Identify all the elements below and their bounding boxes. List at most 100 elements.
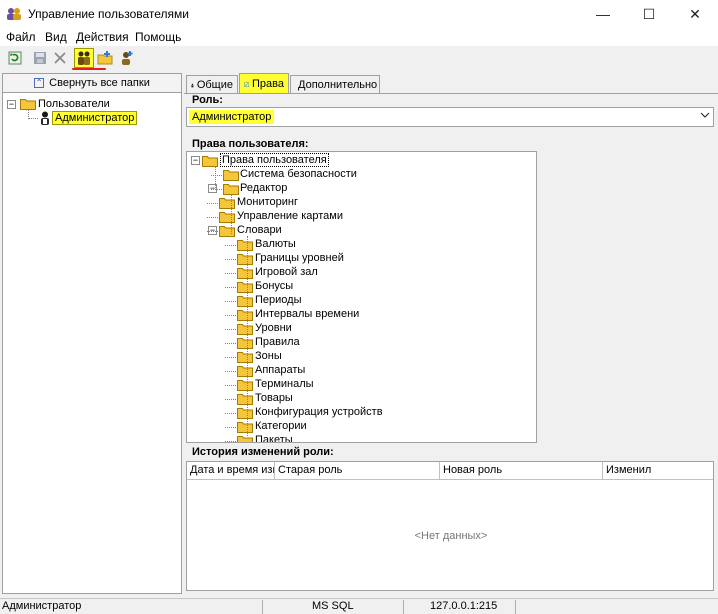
folder-icon — [237, 352, 253, 363]
col-header-old-role[interactable]: Старая роль — [275, 462, 440, 480]
rights-tree-item[interactable]: Редактор — [240, 182, 287, 194]
collapse-all-button[interactable]: ⌃ Свернуть все папки — [2, 73, 182, 93]
no-data-text: <Нет данных> — [414, 530, 488, 542]
rights-tree-item[interactable]: Интервалы времени — [255, 308, 359, 320]
folder-icon — [237, 282, 253, 293]
rights-tree-item[interactable]: Уровни — [255, 322, 292, 334]
menu-view[interactable]: Вид — [45, 30, 67, 44]
tab-general[interactable]: Общие — [186, 75, 238, 94]
rights-tree-item[interactable]: Валюты — [255, 238, 296, 250]
menu-bar: Файл Вид Действия Помощь — [0, 28, 718, 46]
tree-node-users[interactable]: Пользователи — [38, 98, 110, 110]
history-header: История изменений роли: — [186, 445, 714, 461]
folder-icon — [237, 422, 253, 433]
rights-tree-item[interactable]: Словари — [237, 224, 282, 236]
rights-tree: − Права пользователя Система безопасности −… — [186, 151, 537, 443]
rights-tree-item[interactable]: Терминалы — [255, 378, 314, 390]
add-user-button[interactable] — [117, 49, 135, 67]
rights-tree-item[interactable]: Границы уровней — [255, 252, 344, 264]
col-header-changed-by[interactable]: Изменил — [603, 462, 713, 480]
delete-button[interactable] — [51, 49, 69, 67]
rights-tree-item[interactable]: Пакеты — [255, 434, 293, 442]
status-db: MS SQL — [312, 600, 354, 612]
folder-icon — [223, 170, 239, 181]
col-header-date[interactable]: Дата и время изме — [187, 462, 275, 480]
folder-icon — [237, 240, 253, 251]
tab-rights[interactable]: Права — [239, 73, 289, 94]
menu-help[interactable]: Помощь — [135, 30, 181, 44]
folder-icon — [237, 436, 253, 442]
status-bar: Администратор MS SQL 127.0.0.1:215 — [0, 598, 718, 614]
tab-additional[interactable]: Дополнительно — [290, 75, 380, 94]
rights-tree-item[interactable]: Правила — [255, 336, 300, 348]
refresh-icon — [8, 51, 22, 65]
rights-tree-item[interactable]: Товары — [255, 392, 293, 404]
title-bar: Управление пользователями — ☐ ✕ — [0, 0, 718, 28]
rights-tree-item[interactable]: Аппараты — [255, 364, 305, 376]
add-folder-button[interactable] — [96, 49, 114, 67]
add-folder-icon — [97, 51, 113, 65]
collapse-all-label: Свернуть все папки — [49, 77, 150, 89]
add-user-icon — [122, 51, 133, 65]
folder-icon — [237, 366, 253, 377]
rights-tree-item[interactable]: Права пользователя — [220, 153, 329, 167]
user-icon — [41, 111, 49, 125]
tree-expander-icon[interactable]: − — [7, 100, 16, 109]
users-icon — [78, 51, 90, 65]
menu-actions[interactable]: Действия — [76, 30, 129, 44]
rights-tree-item[interactable]: Категории — [255, 420, 307, 432]
tree-expander-icon[interactable]: − — [191, 156, 200, 165]
folder-icon — [219, 226, 235, 237]
rights-tree-item[interactable]: Зоны — [255, 350, 282, 362]
rights-tree-item[interactable]: Периоды — [255, 294, 302, 306]
tab-additional-label: Дополнительно — [298, 79, 378, 91]
tree-node-administrator[interactable]: Администратор — [51, 111, 138, 125]
menu-file[interactable]: Файл — [6, 30, 36, 44]
key-icon — [244, 81, 249, 87]
folder-icon — [237, 268, 253, 279]
folder-icon — [237, 408, 253, 419]
folder-icon — [219, 212, 235, 223]
close-button[interactable]: ✕ — [672, 0, 718, 28]
chevron-down-icon[interactable] — [700, 110, 710, 123]
rights-tree-item[interactable]: Система безопасности — [240, 168, 357, 180]
toolbar — [0, 46, 718, 70]
folder-icon — [237, 394, 253, 405]
col-header-new-role[interactable]: Новая роль — [440, 462, 603, 480]
user-icon — [191, 83, 194, 87]
status-user: Администратор — [2, 600, 82, 612]
history-grid: Дата и время изме Старая роль Новая роль… — [186, 461, 714, 591]
users-button[interactable] — [74, 48, 94, 68]
role-label: Роль: — [192, 94, 223, 106]
folder-icon — [237, 380, 253, 391]
role-select[interactable]: Администратор — [186, 107, 714, 127]
rights-tree-item[interactable]: Управление картами — [237, 210, 343, 222]
tab-rights-label: Права — [252, 78, 284, 90]
folder-icon — [237, 310, 253, 321]
rights-tree-item[interactable]: Конфигурация устройств — [255, 406, 383, 418]
folder-icon — [20, 99, 36, 110]
save-icon — [34, 52, 46, 64]
red-underline-annotation — [72, 68, 106, 70]
collapse-icon: ⌃ — [34, 78, 45, 88]
delete-icon — [54, 52, 66, 64]
rights-tree-item[interactable]: Игровой зал — [255, 266, 318, 278]
folder-icon — [219, 198, 235, 209]
rights-tree-item[interactable]: Бонусы — [255, 280, 293, 292]
users-app-icon — [6, 7, 22, 21]
history-label: История изменений роли: — [192, 446, 334, 458]
role-value: Администратор — [189, 110, 275, 124]
minimize-button[interactable]: — — [580, 0, 626, 28]
folder-icon — [237, 254, 253, 265]
folder-icon — [237, 296, 253, 307]
status-server: 127.0.0.1:215 — [430, 600, 498, 612]
user-tree: − Пользователи Администратор — [3, 96, 181, 136]
maximize-button[interactable]: ☐ — [626, 0, 672, 28]
folder-icon — [237, 338, 253, 349]
user-tree-panel — [2, 73, 182, 594]
save-button[interactable] — [31, 49, 49, 67]
rights-tree-item[interactable]: Мониторинг — [237, 196, 298, 208]
rights-label: Права пользователя: — [192, 138, 309, 150]
window-title: Управление пользователями — [28, 7, 189, 21]
refresh-button[interactable] — [6, 49, 24, 67]
